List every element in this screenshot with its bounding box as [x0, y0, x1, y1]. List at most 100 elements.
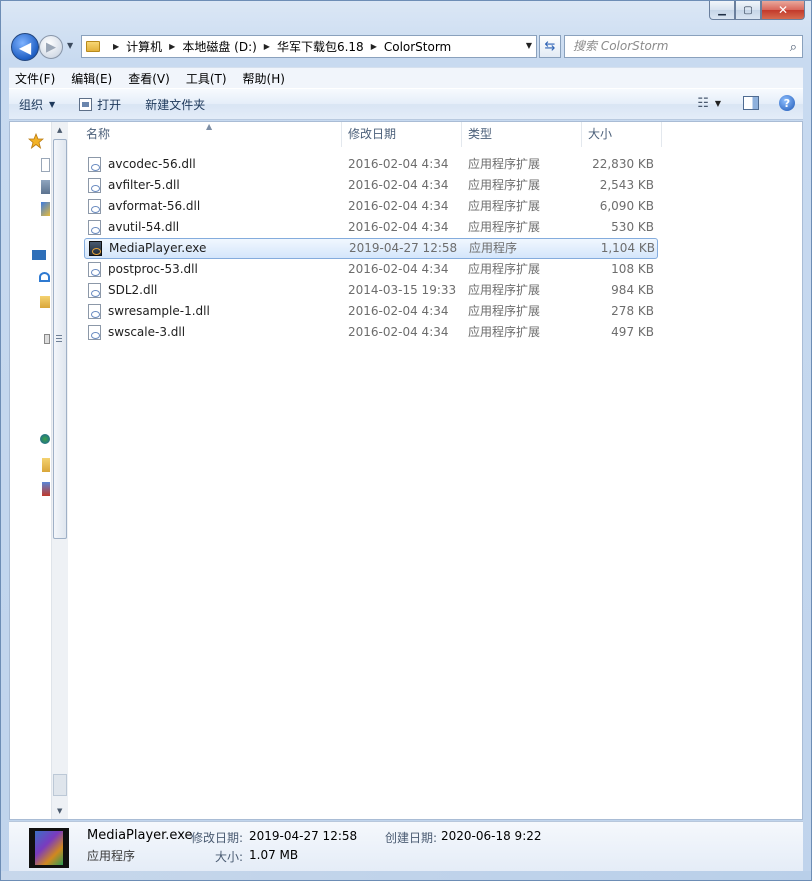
scrollbar-track-segment[interactable] — [53, 774, 67, 796]
file-type: 应用程序 — [469, 241, 518, 255]
details-size-value: 1.07 MB — [249, 848, 299, 862]
file-row-selected[interactable]: MediaPlayer.exe 2019-04-27 12:58 应用程序 1,… — [84, 238, 658, 259]
column-header-size[interactable]: 大小 — [582, 122, 662, 147]
command-bar-right: ☷ ▼ ? — [697, 95, 795, 111]
file-row[interactable]: avutil-54.dll 2016-02-04 4:34 应用程序扩展 530… — [84, 217, 658, 238]
scroll-down-icon[interactable]: ▼ — [57, 807, 62, 815]
file-name: avfilter-5.dll — [108, 178, 180, 192]
file-row[interactable]: swscale-3.dll 2016-02-04 4:34 应用程序扩展 497… — [84, 322, 658, 343]
caption-buttons: ▁ ▢ ✕ — [709, 1, 805, 20]
desktop-icon[interactable] — [41, 158, 50, 172]
column-date-label: 修改日期 — [348, 127, 397, 141]
refresh-icon: ⇆ — [544, 39, 556, 54]
refresh-button[interactable]: ⇆ — [539, 35, 561, 58]
file-row[interactable]: avfilter-5.dll 2016-02-04 4:34 应用程序扩展 2,… — [84, 175, 658, 196]
chevron-down-icon: ▼ — [49, 99, 56, 109]
control-panel-icon[interactable] — [42, 482, 50, 496]
change-view-icon[interactable]: ☷ — [697, 96, 709, 111]
menu-file[interactable]: 文件(F) — [15, 70, 55, 87]
address-bar[interactable]: ▶ 计算机 ▶ 本地磁盘 (D:) ▶ 华军下载包6.18 ▶ ColorSto… — [81, 35, 537, 58]
view-options-dropdown[interactable]: ▼ — [715, 99, 721, 108]
media-player-thumbnail-icon — [29, 828, 69, 868]
forward-button[interactable]: ▶ — [39, 35, 63, 59]
recent-pages-dropdown[interactable]: ▼ — [67, 41, 73, 50]
file-row[interactable]: postproc-53.dll 2016-02-04 4:34 应用程序扩展 1… — [84, 259, 658, 280]
file-date: 2016-02-04 4:34 — [348, 304, 449, 318]
drive-icon[interactable] — [44, 334, 50, 344]
address-dropdown-icon[interactable]: ▼ — [526, 41, 532, 50]
minimize-button[interactable]: ▁ — [709, 1, 735, 20]
open-label: 打开 — [97, 97, 122, 112]
menu-help[interactable]: 帮助(H) — [243, 70, 285, 87]
file-type: 应用程序扩展 — [468, 157, 541, 171]
search-input[interactable]: 搜索 ColorStorm ⌕ — [564, 35, 803, 58]
file-size: 497 KB — [611, 325, 654, 339]
column-header-row: ▲ 名称 修改日期 类型 大小 — [70, 122, 662, 147]
breadcrumb-computer[interactable]: 计算机 — [126, 38, 162, 55]
open-button[interactable]: 打开 — [79, 96, 121, 113]
new-folder-button[interactable]: 新建文件夹 — [145, 96, 205, 113]
breadcrumb-download-folder[interactable]: 华军下载包6.18 — [277, 38, 364, 55]
computer-icon[interactable] — [40, 296, 50, 308]
file-date: 2016-02-04 4:34 — [348, 262, 449, 276]
breadcrumb-drive-d[interactable]: 本地磁盘 (D:) — [182, 38, 256, 55]
folder-icon[interactable] — [42, 458, 50, 472]
file-name: avcodec-56.dll — [108, 157, 196, 171]
scroll-up-icon[interactable]: ▲ — [57, 126, 62, 134]
back-button[interactable]: ◀ — [11, 33, 39, 61]
content-area: ▲ ▼ ▲ 名称 修改日期 类型 大小 avcodec-56.dll 2016-… — [9, 121, 803, 820]
help-icon[interactable]: ? — [779, 95, 795, 111]
preview-pane-icon[interactable] — [743, 96, 759, 110]
file-row[interactable]: SDL2.dll 2014-03-15 19:33 应用程序扩展 984 KB — [84, 280, 658, 301]
file-size: 22,830 KB — [592, 157, 654, 171]
breadcrumb-colorstorm[interactable]: ColorStorm — [384, 40, 451, 54]
column-header-name[interactable]: ▲ 名称 — [70, 122, 342, 147]
dll-file-icon — [88, 304, 101, 319]
file-size: 6,090 KB — [599, 199, 654, 213]
file-row[interactable]: avformat-56.dll 2016-02-04 4:34 应用程序扩展 6… — [84, 196, 658, 217]
breadcrumb-separator[interactable]: ▶ — [113, 42, 119, 51]
file-type: 应用程序扩展 — [468, 220, 541, 234]
homegroup-icon[interactable] — [39, 272, 50, 282]
details-created-value: 2020-06-18 9:22 — [441, 829, 542, 843]
libraries-icon[interactable] — [32, 250, 46, 260]
file-type: 应用程序扩展 — [468, 262, 541, 276]
search-icon[interactable]: ⌕ — [790, 37, 797, 58]
explorer-window: ▁ ▢ ✕ ◀ ▶ ▼ ▶ 计算机 ▶ 本地磁盘 (D:) ▶ 华军下载包6.1… — [0, 0, 812, 881]
dll-file-icon — [88, 262, 101, 277]
search-placeholder: 搜索 ColorStorm — [573, 39, 669, 53]
menu-bar: 文件(F) 编辑(E) 查看(V) 工具(T) 帮助(H) — [9, 67, 803, 88]
menu-edit[interactable]: 编辑(E) — [71, 70, 112, 87]
breadcrumb-separator[interactable]: ▶ — [169, 42, 175, 51]
menu-tools[interactable]: 工具(T) — [186, 70, 227, 87]
file-date: 2019-04-27 12:58 — [349, 241, 458, 255]
file-size: 984 KB — [611, 283, 654, 297]
breadcrumb-separator[interactable]: ▶ — [264, 42, 270, 51]
file-date: 2016-02-04 4:34 — [348, 157, 449, 171]
downloads-icon[interactable] — [41, 180, 50, 194]
file-type: 应用程序扩展 — [468, 199, 541, 213]
file-row[interactable]: avcodec-56.dll 2016-02-04 4:34 应用程序扩展 22… — [84, 154, 658, 175]
column-header-date[interactable]: 修改日期 — [342, 122, 462, 147]
details-file-name: MediaPlayer.exe — [87, 828, 193, 843]
network-icon[interactable] — [40, 434, 50, 444]
recent-places-icon[interactable] — [41, 202, 50, 216]
file-date: 2016-02-04 4:34 — [348, 178, 449, 192]
menu-view[interactable]: 查看(V) — [128, 70, 170, 87]
file-rows: avcodec-56.dll 2016-02-04 4:34 应用程序扩展 22… — [84, 154, 658, 343]
navigation-scrollbar[interactable]: ▲ ▼ — [51, 122, 68, 819]
column-size-label: 大小 — [588, 127, 613, 141]
organize-button[interactable]: 组织 ▼ — [19, 96, 55, 113]
breadcrumb-separator[interactable]: ▶ — [371, 42, 377, 51]
file-name: swresample-1.dll — [108, 304, 210, 318]
dll-file-icon — [88, 199, 101, 214]
file-date: 2014-03-15 19:33 — [348, 283, 457, 297]
file-row[interactable]: swresample-1.dll 2016-02-04 4:34 应用程序扩展 … — [84, 301, 658, 322]
file-name: SDL2.dll — [108, 283, 158, 297]
maximize-button[interactable]: ▢ — [735, 1, 761, 20]
close-button[interactable]: ✕ — [761, 1, 805, 20]
file-date: 2016-02-04 4:34 — [348, 325, 449, 339]
favorites-star-icon[interactable] — [28, 133, 44, 149]
column-header-type[interactable]: 类型 — [462, 122, 582, 147]
new-folder-label: 新建文件夹 — [145, 97, 206, 112]
